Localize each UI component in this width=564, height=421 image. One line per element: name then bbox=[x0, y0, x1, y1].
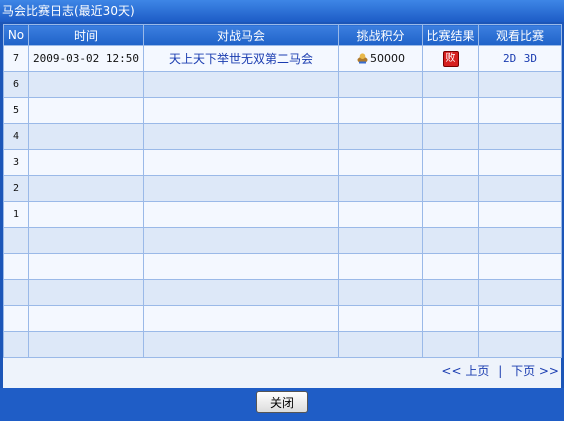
watch-cell: 2D 3D bbox=[478, 45, 562, 72]
row-number: 1 bbox=[3, 201, 29, 228]
column-header-time: 时间 bbox=[28, 24, 144, 46]
column-header-score: 挑战积分 bbox=[338, 24, 423, 46]
next-page-link[interactable]: 下页 >> bbox=[511, 364, 559, 378]
column-header-opponent: 对战马会 bbox=[143, 24, 339, 46]
table-row: 2 bbox=[3, 175, 562, 202]
column-header-watch: 观看比赛 bbox=[478, 24, 562, 46]
table-header-row: No 时间 对战马会 挑战积分 比赛结果 观看比赛 bbox=[3, 24, 562, 46]
table-row: 6 bbox=[3, 71, 562, 98]
title-bar: 马会比赛日志(最近30天) bbox=[0, 0, 564, 22]
match-log-table: No 时间 对战马会 挑战积分 比赛结果 观看比赛 7 2009-03-02 1… bbox=[3, 24, 562, 358]
column-header-result: 比赛结果 bbox=[422, 24, 479, 46]
column-header-no: No bbox=[3, 24, 29, 46]
table-row bbox=[3, 279, 562, 306]
row-number: 4 bbox=[3, 123, 29, 150]
lose-badge: 败 bbox=[442, 50, 459, 67]
table-body: 7 2009-03-02 12:50 天上天下举世无双第二马会 50000 败 … bbox=[3, 45, 562, 358]
window-title: 马会比赛日志(最近30天) bbox=[2, 4, 135, 18]
close-button[interactable]: 关闭 bbox=[256, 391, 308, 413]
table-row: 7 2009-03-02 12:50 天上天下举世无双第二马会 50000 败 … bbox=[3, 45, 562, 72]
row-number: 3 bbox=[3, 149, 29, 176]
horse-icon bbox=[356, 52, 369, 65]
watch-3d-link[interactable]: 3D bbox=[524, 52, 537, 65]
table-row bbox=[3, 305, 562, 332]
pager-separator: | bbox=[498, 364, 503, 378]
row-number bbox=[3, 331, 29, 358]
row-number bbox=[3, 227, 29, 254]
opponent-club-link[interactable]: 天上天下举世无双第二马会 bbox=[143, 45, 339, 72]
row-number: 7 bbox=[3, 45, 29, 72]
table-row bbox=[3, 227, 562, 254]
result-cell: 败 bbox=[422, 45, 479, 72]
table-row: 5 bbox=[3, 97, 562, 124]
row-number: 2 bbox=[3, 175, 29, 202]
row-number: 5 bbox=[3, 97, 29, 124]
prev-page-link[interactable]: << 上页 bbox=[441, 364, 489, 378]
match-log-window: 马会比赛日志(最近30天) No 时间 对战马会 挑战积分 比赛结果 观看比赛 bbox=[0, 0, 564, 421]
match-time: 2009-03-02 12:50 bbox=[28, 45, 144, 72]
row-number bbox=[3, 253, 29, 280]
table-row bbox=[3, 253, 562, 280]
table-row: 4 bbox=[3, 123, 562, 150]
table-row: 1 bbox=[3, 201, 562, 228]
log-panel: No 时间 对战马会 挑战积分 比赛结果 观看比赛 7 2009-03-02 1… bbox=[3, 24, 562, 388]
table-row: 3 bbox=[3, 149, 562, 176]
table-row bbox=[3, 331, 562, 358]
watch-2d-link[interactable]: 2D bbox=[503, 52, 516, 65]
row-number bbox=[3, 279, 29, 306]
row-number bbox=[3, 305, 29, 332]
pagination: << 上页 | 下页 >> bbox=[441, 361, 559, 381]
row-number: 6 bbox=[3, 71, 29, 98]
challenge-score: 50000 bbox=[370, 51, 405, 65]
bottom-bar: 关闭 bbox=[0, 388, 564, 421]
challenge-score-cell: 50000 bbox=[338, 45, 423, 72]
